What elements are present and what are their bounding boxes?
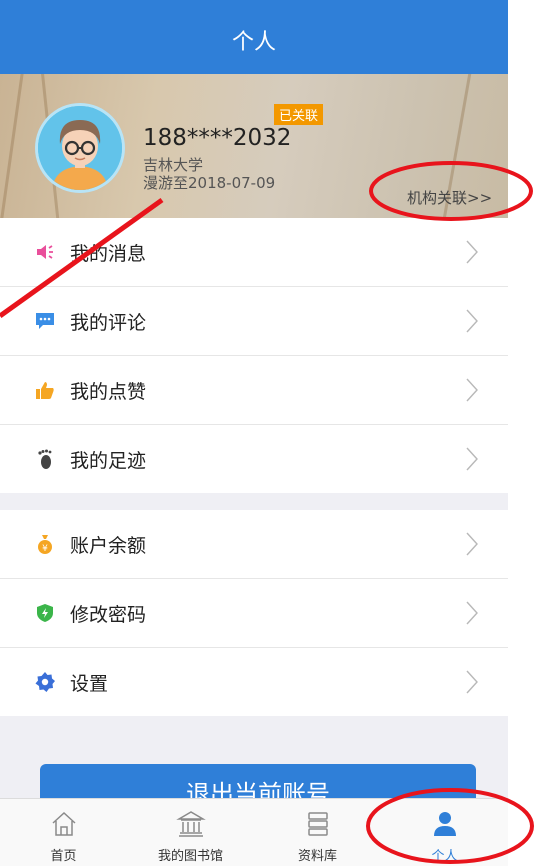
tab-library[interactable]: 我的图书馆 — [127, 799, 254, 866]
database-icon — [307, 812, 328, 836]
menu-item-label: 我的消息 — [70, 242, 147, 265]
app-screen: 个人 已关联 188****2032 吉林大学 漫游至2018-07-09 机构… — [0, 0, 508, 866]
chevron-right-icon — [466, 532, 478, 556]
tab-label: 个人 — [431, 849, 458, 864]
person-icon — [433, 812, 456, 836]
tab-database[interactable]: 资料库 — [254, 799, 381, 866]
tab-label: 首页 — [50, 849, 77, 864]
bottom-tab-bar: 首页 我的图书馆 资料库 个人 — [0, 798, 508, 866]
menu-item-label: 我的点赞 — [70, 380, 147, 403]
money-bag-icon: ¥ — [34, 533, 56, 555]
comment-icon — [34, 310, 56, 332]
library-icon — [175, 811, 206, 837]
nav-header: 个人 — [0, 0, 508, 74]
page-title: 个人 — [231, 30, 276, 55]
avatar[interactable] — [35, 103, 125, 193]
tab-home[interactable]: 首页 — [0, 799, 127, 866]
chevron-right-icon — [466, 309, 478, 333]
user-phone: 188****2032 — [143, 125, 292, 151]
menu-item-label: 账户余额 — [70, 534, 147, 557]
linked-badge: 已关联 — [274, 104, 324, 125]
menu-item-change-password[interactable]: 修改密码 — [0, 579, 508, 648]
chevron-right-icon — [466, 447, 478, 471]
tab-profile[interactable]: 个人 — [381, 799, 508, 866]
chevron-right-icon — [466, 601, 478, 625]
menu-item-messages[interactable]: 我的消息 — [0, 218, 508, 287]
gear-icon — [34, 671, 56, 693]
org-link-button[interactable]: 机构关联>> — [407, 187, 492, 208]
menu-item-settings[interactable]: 设置 — [0, 648, 508, 716]
profile-banner: 已关联 188****2032 吉林大学 漫游至2018-07-09 机构关联>… — [0, 74, 508, 218]
menu-item-comments[interactable]: 我的评论 — [0, 287, 508, 356]
tab-label: 我的图书馆 — [157, 849, 223, 864]
menu-item-balance[interactable]: ¥ 账户余额 — [0, 510, 508, 579]
menu-item-label: 修改密码 — [70, 603, 147, 626]
speaker-icon — [34, 241, 56, 263]
menu-item-label: 我的足迹 — [70, 449, 147, 472]
chevron-right-icon — [466, 670, 478, 694]
menu-group-account: ¥ 账户余额 修改密码 设置 — [0, 510, 508, 716]
menu-item-footprints[interactable]: 我的足迹 — [0, 425, 508, 493]
menu-group-activity: 我的消息 我的评论 我的点赞 我的足迹 — [0, 218, 508, 493]
chevron-right-icon — [466, 378, 478, 402]
tab-label: 资料库 — [297, 849, 337, 864]
shield-icon — [34, 602, 56, 624]
svg-text:¥: ¥ — [42, 544, 48, 554]
roam-expiry: 漫游至2018-07-09 — [143, 174, 276, 192]
menu-item-likes[interactable]: 我的点赞 — [0, 356, 508, 425]
footprint-icon — [34, 448, 56, 470]
chevron-right-icon — [466, 240, 478, 264]
thumbs-up-icon — [34, 379, 56, 401]
menu-item-label: 我的评论 — [70, 311, 147, 334]
avatar-face-icon — [38, 106, 122, 190]
home-icon — [51, 811, 76, 836]
menu-item-label: 设置 — [70, 672, 109, 695]
wheat-stalk-decoration — [0, 74, 25, 218]
